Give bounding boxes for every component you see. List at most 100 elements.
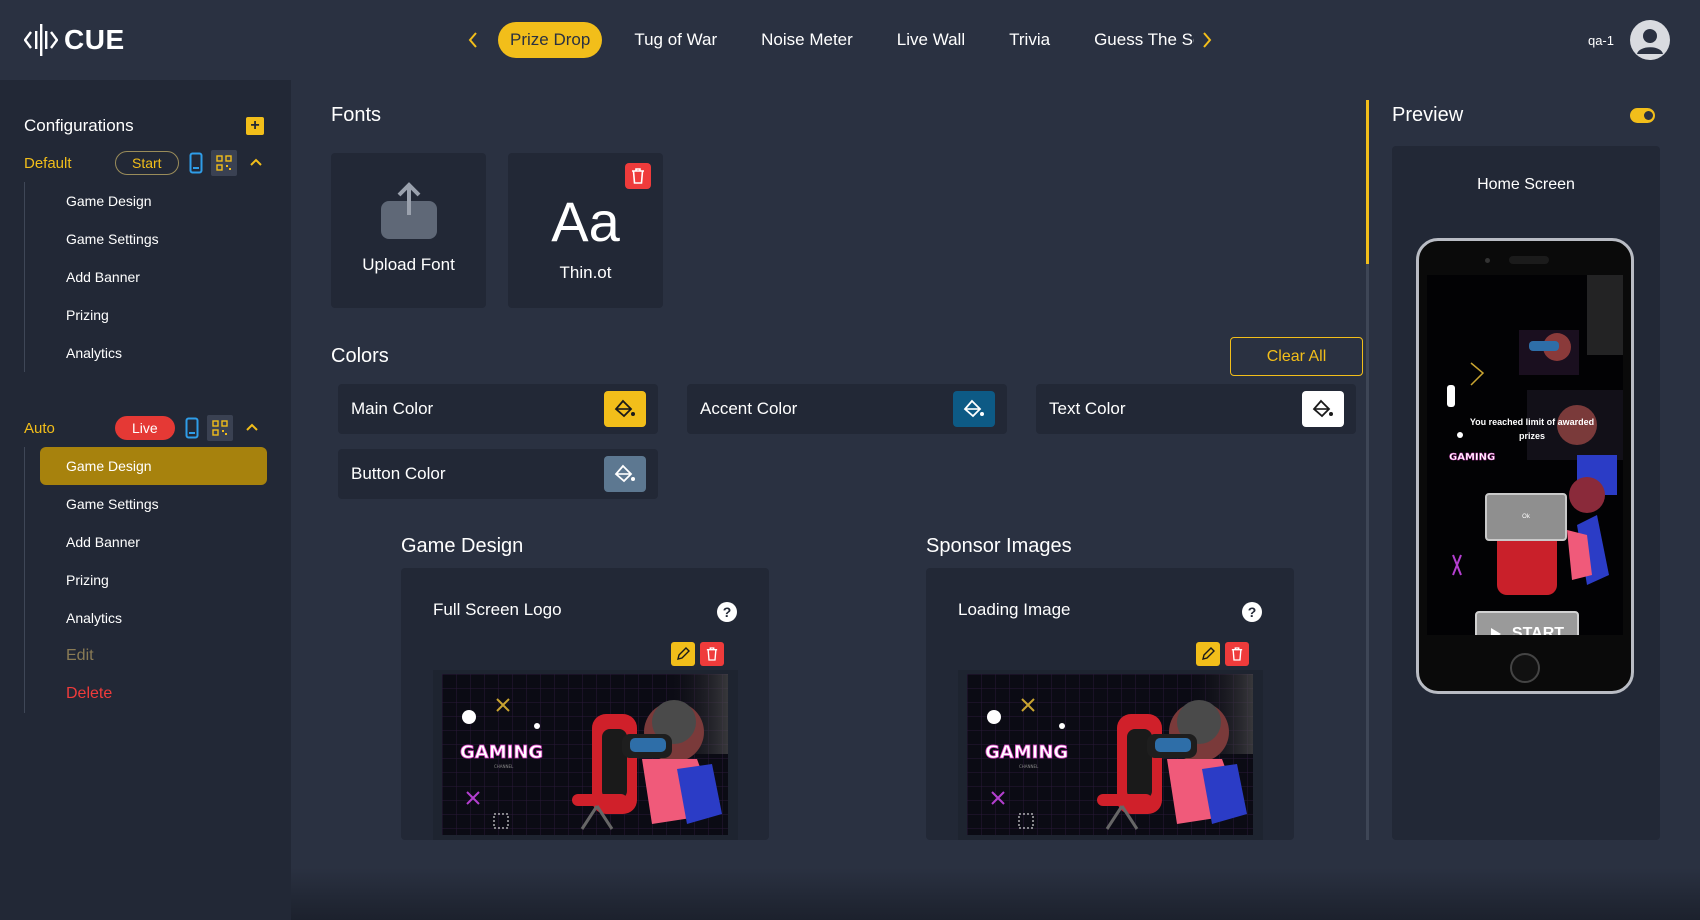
tabs-next-button[interactable]: [1194, 21, 1220, 59]
config-group-name[interactable]: Auto: [24, 420, 115, 437]
sidebar-item-analytics[interactable]: Analytics: [40, 334, 267, 372]
upload-icon: [381, 182, 437, 239]
chevron-left-icon: [468, 32, 477, 48]
config-group-default: Default Start Game Design Game Settings …: [0, 150, 291, 372]
sidebar-item-add-banner[interactable]: Add Banner: [40, 258, 267, 296]
config-group-auto: Auto Live Game Design Game Settings Add …: [0, 415, 291, 713]
sidebar-item-prizing[interactable]: Prizing: [40, 561, 267, 599]
user-name: qa-1: [1587, 32, 1614, 48]
mobile-preview-button[interactable]: [185, 417, 199, 439]
text-color-label: Text Color: [1049, 399, 1126, 418]
chevron-right-icon: [1203, 32, 1212, 48]
text-color-row[interactable]: Text Color: [1036, 384, 1356, 434]
sidebar-item-game-design[interactable]: Game Design: [40, 447, 267, 485]
gaming-artwork: GAMING CHANNEL: [967, 674, 1253, 835]
logo-waveform-icon: [24, 24, 58, 56]
tab-live-wall[interactable]: Live Wall: [885, 22, 977, 58]
help-icon[interactable]: ?: [717, 602, 737, 622]
edit-image-button[interactable]: [1196, 642, 1220, 666]
main-color-label: Main Color: [351, 399, 434, 418]
delete-configuration-button[interactable]: Delete: [40, 675, 267, 713]
delete-font-button[interactable]: [625, 163, 651, 189]
app-logo[interactable]: CUE: [24, 22, 125, 58]
full-screen-logo-card: Full Screen Logo ? GAMING CHANNEL: [401, 568, 769, 840]
user-icon: [1637, 29, 1663, 54]
accent-color-label: Accent Color: [700, 399, 798, 418]
live-status-button[interactable]: Live: [115, 416, 175, 440]
preview-start-label: START: [1511, 625, 1565, 635]
gaming-subtitle-text: CHANNEL: [1019, 764, 1039, 769]
button-color-swatch[interactable]: [604, 456, 646, 492]
config-group-name[interactable]: Default: [24, 155, 115, 172]
qr-code-button[interactable]: [206, 415, 233, 441]
colors-section-title: Colors: [331, 345, 389, 367]
collapse-button[interactable]: [249, 154, 263, 172]
main-color-row[interactable]: Main Color: [338, 384, 658, 434]
font-name: Thin.ot: [559, 263, 612, 282]
collapse-button[interactable]: [245, 419, 259, 437]
bottom-gradient: [291, 868, 1700, 920]
full-screen-logo-image[interactable]: GAMING CHANNEL: [442, 674, 728, 835]
image-frame: GAMING CHANNEL: [433, 670, 738, 840]
tab-prize-drop[interactable]: Prize Drop: [498, 22, 603, 58]
accent-color-swatch[interactable]: [953, 391, 995, 427]
configurations-title: Configurations: [24, 116, 134, 135]
text-color-swatch[interactable]: [1302, 391, 1344, 427]
tab-guess-the-sc[interactable]: Guess The Sc: [1082, 22, 1194, 58]
tabs-prev-button[interactable]: [460, 21, 486, 59]
qr-code-button[interactable]: [210, 150, 237, 176]
trash-icon: [632, 168, 644, 184]
sidebar-item-game-settings[interactable]: Game Settings: [40, 485, 267, 523]
mobile-preview-button[interactable]: [189, 152, 203, 174]
sidebar-item-add-banner[interactable]: Add Banner: [40, 523, 267, 561]
paint-bucket-icon: [1312, 399, 1333, 418]
tab-noise-meter[interactable]: Noise Meter: [749, 22, 865, 58]
fonts-section-title: Fonts: [331, 104, 382, 126]
delete-image-button[interactable]: [1225, 642, 1249, 666]
config-subnav: Game Design Game Settings Add Banner Pri…: [24, 447, 291, 713]
sidebar-item-analytics[interactable]: Analytics: [40, 599, 267, 637]
chevron-up-icon: [245, 423, 258, 431]
sidebar: Configurations + Default Start Game Desi…: [0, 80, 291, 920]
edit-configuration-button[interactable]: Edit: [40, 637, 267, 675]
pencil-icon: [677, 647, 690, 660]
gaming-subtitle-text: CHANNEL: [494, 764, 514, 769]
delete-image-button[interactable]: [700, 642, 724, 666]
sidebar-item-game-settings[interactable]: Game Settings: [40, 220, 267, 258]
scrollbar-thumb[interactable]: [1366, 100, 1369, 264]
gaming-title-text: GAMING: [460, 742, 543, 763]
content-scrollbar[interactable]: [1366, 100, 1369, 840]
sidebar-item-prizing[interactable]: Prizing: [40, 296, 267, 334]
config-group-header[interactable]: Default Start: [0, 150, 291, 176]
preview-gaming-text: GAMING: [1449, 452, 1495, 463]
tab-trivia[interactable]: Trivia: [997, 22, 1062, 58]
main-color-swatch[interactable]: [604, 391, 646, 427]
pencil-icon: [1202, 647, 1215, 660]
clear-all-button[interactable]: Clear All: [1230, 337, 1363, 376]
game-tabs: Prize Drop Tug of War Noise Meter Live W…: [460, 21, 1220, 59]
phone-screen: GAMING You reached limit of awarded priz…: [1427, 275, 1623, 635]
loading-image-card: Loading Image ? GAMING CHANNEL: [926, 568, 1294, 840]
phone-icon: [189, 152, 203, 174]
config-group-header[interactable]: Auto Live: [0, 415, 291, 441]
accent-color-row[interactable]: Accent Color: [687, 384, 1007, 434]
chevron-up-icon: [249, 158, 262, 166]
start-status-button[interactable]: Start: [115, 151, 179, 175]
preview-toggle[interactable]: [1630, 108, 1655, 123]
upload-font-card[interactable]: Upload Font: [331, 153, 486, 308]
preview-ok-button[interactable]: Ok: [1485, 493, 1567, 541]
preview-title: Preview: [1392, 104, 1464, 126]
help-icon[interactable]: ?: [1242, 602, 1262, 622]
font-sample: Aa: [551, 190, 620, 253]
loading-image[interactable]: GAMING CHANNEL: [967, 674, 1253, 835]
preview-start-button[interactable]: START: [1475, 611, 1579, 635]
avatar[interactable]: [1630, 20, 1670, 60]
font-card[interactable]: Aa Thin.ot: [508, 153, 663, 308]
button-color-row[interactable]: Button Color: [338, 449, 658, 499]
paint-bucket-icon: [963, 399, 984, 418]
add-configuration-button[interactable]: +: [246, 117, 264, 135]
tab-tug-of-war[interactable]: Tug of War: [622, 22, 729, 58]
edit-image-button[interactable]: [671, 642, 695, 666]
user-menu[interactable]: qa-1: [1588, 20, 1670, 60]
sidebar-item-game-design[interactable]: Game Design: [40, 182, 267, 220]
